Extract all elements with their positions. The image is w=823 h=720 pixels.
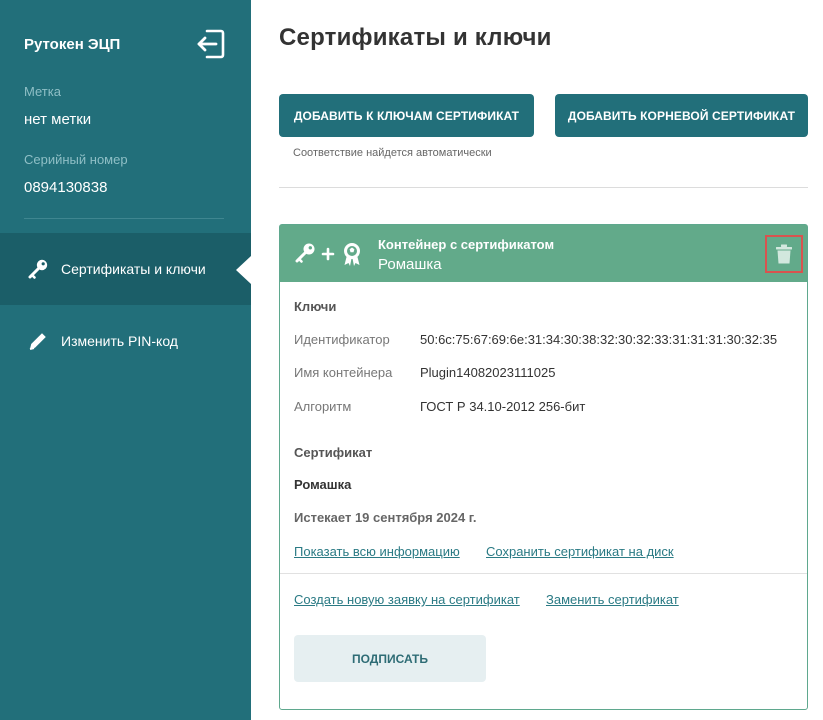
- container-name-value: Plugin14082023111025: [420, 365, 556, 380]
- identifier-value: 50:6c:75:67:69:6e:31:34:30:38:32:30:32:3…: [420, 332, 778, 347]
- card-header: Контейнер с сертификатом Ромашка: [280, 225, 807, 282]
- container-name-label: Имя контейнера: [294, 365, 393, 380]
- add-to-keys-button[interactable]: ДОБАВИТЬ К КЛЮЧАМ СЕРТИФИКАТ: [279, 94, 534, 137]
- plus-icon: [321, 247, 335, 261]
- logout-icon: [197, 29, 225, 59]
- sidebar: Рутокен ЭЦП Метка нет метки Серийный ном…: [0, 0, 251, 720]
- container-title: Контейнер с сертификатом: [378, 237, 555, 252]
- trash-icon: [776, 244, 792, 264]
- pencil-icon: [27, 330, 49, 352]
- algorithm-value: ГОСТ Р 34.10-2012 256-бит: [420, 399, 586, 414]
- label-caption: Метка: [24, 84, 61, 99]
- active-indicator: [236, 256, 251, 284]
- certificate-section-title: Сертификат: [294, 445, 373, 460]
- keys-section-title: Ключи: [294, 299, 337, 314]
- algorithm-label: Алгоритм: [294, 399, 352, 414]
- add-root-cert-button[interactable]: ДОБАВИТЬ КОРНЕВОЙ СЕРТИФИКАТ: [555, 94, 808, 137]
- key-icon: [27, 258, 49, 280]
- sign-button[interactable]: ПОДПИСАТЬ: [294, 635, 486, 682]
- save-certificate-link[interactable]: Сохранить сертификат на диск: [486, 544, 674, 559]
- replace-certificate-link[interactable]: Заменить сертификат: [546, 592, 679, 607]
- identifier-label: Идентификатор: [294, 332, 390, 347]
- show-all-info-link[interactable]: Показать всю информацию: [294, 544, 460, 559]
- certificate-badge-icon: [344, 243, 360, 266]
- certificate-name: Ромашка: [294, 477, 352, 492]
- serial-caption: Серийный номер: [24, 152, 128, 167]
- nav-label-certificates: Сертификаты и ключи: [61, 261, 206, 277]
- nav-item-certificates[interactable]: Сертификаты и ключи: [0, 233, 251, 305]
- container-subtitle: Ромашка: [378, 256, 442, 273]
- serial-value: 0894130838: [24, 179, 108, 196]
- sidebar-divider: [24, 218, 224, 219]
- main-divider: [279, 187, 808, 188]
- label-value: нет метки: [24, 111, 92, 128]
- new-request-link[interactable]: Создать новую заявку на сертификат: [294, 592, 520, 607]
- nav-label-change-pin: Изменить PIN-код: [61, 333, 178, 349]
- certificate-expiry: Истекает 19 сентября 2024 г.: [294, 510, 477, 525]
- key-icon: [295, 243, 315, 263]
- hint-text: Соответствие найдется автоматически: [293, 147, 492, 159]
- device-title: Рутокен ЭЦП: [24, 36, 121, 53]
- card-divider: [280, 573, 807, 574]
- nav-item-change-pin[interactable]: Изменить PIN-код: [0, 305, 251, 377]
- page-title: Сертификаты и ключи: [279, 24, 552, 51]
- header-icons: [294, 241, 366, 267]
- logout-button[interactable]: [195, 28, 225, 60]
- container-card: Контейнер с сертификатом Ромашка Ключи И…: [279, 224, 808, 710]
- delete-container-button[interactable]: [765, 235, 803, 273]
